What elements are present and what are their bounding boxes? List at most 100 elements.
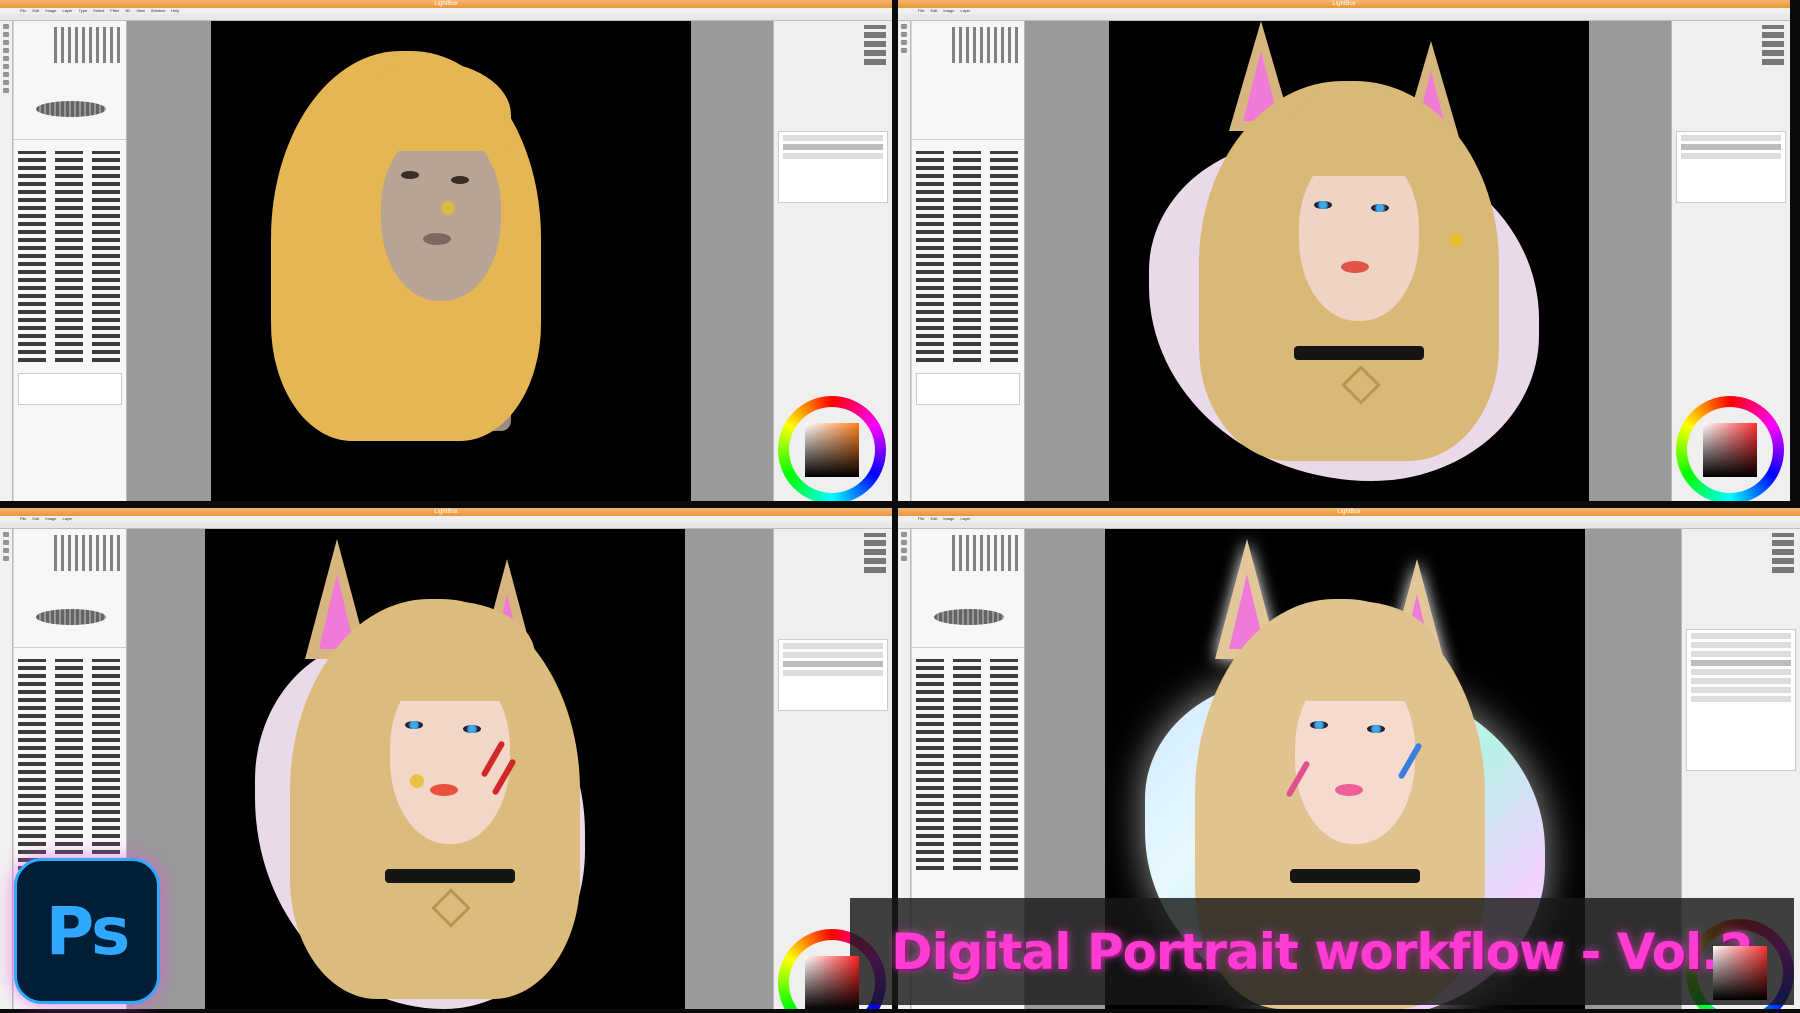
layer-row-selected[interactable] — [783, 144, 883, 150]
menu-edit[interactable]: Edit — [930, 516, 937, 521]
menu-filter[interactable]: Filter — [110, 8, 119, 13]
color-picker-square[interactable] — [1713, 946, 1767, 1000]
layers-panel[interactable] — [1686, 629, 1796, 771]
color-wheel[interactable] — [1676, 396, 1784, 501]
brush-notes-field[interactable] — [916, 373, 1020, 405]
history-thumbnails[interactable] — [1772, 533, 1794, 573]
menu-layer[interactable]: Layer — [62, 8, 72, 13]
brush-preset-list[interactable] — [916, 151, 1020, 366]
options-toolbar[interactable] — [898, 522, 1800, 529]
brush-tool-icon[interactable] — [901, 548, 907, 553]
layer-row[interactable] — [783, 652, 883, 658]
layers-panel[interactable] — [1676, 131, 1786, 203]
layer-row[interactable] — [783, 153, 883, 159]
brush-settings[interactable] — [14, 529, 126, 648]
history-thumbnails[interactable] — [864, 533, 886, 573]
menu-image[interactable]: Image — [943, 8, 954, 13]
move-tool-icon[interactable] — [3, 532, 9, 537]
lasso-tool-icon[interactable] — [3, 540, 9, 545]
layer-row[interactable] — [1691, 633, 1791, 639]
brush-tool-icon[interactable] — [3, 48, 9, 53]
color-picker-square[interactable] — [805, 423, 859, 477]
eraser-tool-icon[interactable] — [3, 556, 9, 561]
right-dock-panels[interactable] — [1671, 21, 1790, 501]
menu-window[interactable]: Window — [151, 8, 165, 13]
tools-panel[interactable] — [0, 21, 13, 501]
tools-panel[interactable] — [898, 21, 911, 501]
brush-settings-panel[interactable] — [912, 21, 1025, 501]
layer-row[interactable] — [783, 670, 883, 676]
artboard[interactable] — [1109, 21, 1589, 501]
history-thumbnails[interactable] — [1762, 25, 1784, 65]
menu-file[interactable]: File — [20, 516, 26, 521]
menu-layer[interactable]: Layer — [960, 516, 970, 521]
smudge-tool-icon[interactable] — [3, 64, 9, 69]
eraser-tool-icon[interactable] — [3, 56, 9, 61]
color-wheel[interactable] — [778, 396, 886, 501]
layer-row[interactable] — [1691, 687, 1791, 693]
move-tool-icon[interactable] — [901, 24, 907, 29]
layer-row[interactable] — [783, 135, 883, 141]
menu-edit[interactable]: Edit — [32, 516, 39, 521]
layer-row[interactable] — [1691, 642, 1791, 648]
move-tool-icon[interactable] — [3, 24, 9, 29]
artboard[interactable] — [205, 529, 685, 1009]
options-toolbar[interactable] — [0, 522, 892, 529]
options-toolbar[interactable] — [898, 14, 1790, 21]
layer-row-selected[interactable] — [1691, 660, 1791, 666]
brush-settings[interactable] — [912, 529, 1024, 648]
layer-row[interactable] — [1681, 153, 1781, 159]
menu-image[interactable]: Image — [943, 516, 954, 521]
menu-edit[interactable]: Edit — [32, 8, 39, 13]
brush-preset-list[interactable] — [18, 151, 122, 366]
color-picker-square[interactable] — [1703, 423, 1757, 477]
eraser-tool-icon[interactable] — [901, 48, 907, 53]
menu-image[interactable]: Image — [45, 516, 56, 521]
text-tool-icon[interactable] — [3, 72, 9, 77]
brush-settings-panel[interactable] — [14, 21, 127, 501]
brush-settings[interactable] — [14, 21, 126, 140]
layers-panel[interactable] — [778, 639, 888, 711]
brush-tool-icon[interactable] — [3, 548, 9, 553]
layers-panel[interactable] — [778, 131, 888, 203]
menu-file[interactable]: File — [20, 8, 26, 13]
layer-row-selected[interactable] — [783, 661, 883, 667]
menu-layer[interactable]: Layer — [960, 8, 970, 13]
menu-3d[interactable]: 3D — [125, 8, 130, 13]
layer-row[interactable] — [1691, 669, 1791, 675]
menu-view[interactable]: View — [136, 8, 145, 13]
canvas-area[interactable] — [127, 21, 774, 501]
lasso-tool-icon[interactable] — [901, 32, 907, 37]
history-thumbnails[interactable] — [864, 25, 886, 65]
move-tool-icon[interactable] — [901, 532, 907, 537]
brush-tool-icon[interactable] — [901, 40, 907, 45]
brush-tip-grid[interactable] — [952, 27, 1018, 63]
options-toolbar[interactable] — [0, 14, 892, 21]
brush-tip-grid[interactable] — [54, 535, 120, 571]
menu-file[interactable]: File — [918, 8, 924, 13]
menu-edit[interactable]: Edit — [930, 8, 937, 13]
layer-row[interactable] — [783, 643, 883, 649]
layer-row[interactable] — [1691, 678, 1791, 684]
layer-row[interactable] — [1681, 135, 1781, 141]
lasso-tool-icon[interactable] — [3, 40, 9, 45]
layer-row[interactable] — [1691, 696, 1791, 702]
eraser-tool-icon[interactable] — [901, 556, 907, 561]
hand-tool-icon[interactable] — [3, 80, 9, 85]
menu-file[interactable]: File — [918, 516, 924, 521]
layer-row-selected[interactable] — [1681, 144, 1781, 150]
zoom-tool-icon[interactable] — [3, 88, 9, 93]
artboard[interactable] — [211, 21, 691, 501]
brush-tip-grid[interactable] — [952, 535, 1018, 571]
lasso-tool-icon[interactable] — [901, 540, 907, 545]
tools-panel[interactable] — [0, 529, 13, 1009]
menu-select[interactable]: Select — [93, 8, 104, 13]
menu-image[interactable]: Image — [45, 8, 56, 13]
menu-layer[interactable]: Layer — [62, 516, 72, 521]
brush-preset-list[interactable] — [18, 659, 122, 874]
layer-row[interactable] — [1691, 651, 1791, 657]
canvas-area[interactable] — [1025, 21, 1672, 501]
canvas-area[interactable] — [127, 529, 774, 1009]
marquee-tool-icon[interactable] — [3, 32, 9, 37]
brush-settings[interactable] — [912, 21, 1024, 140]
